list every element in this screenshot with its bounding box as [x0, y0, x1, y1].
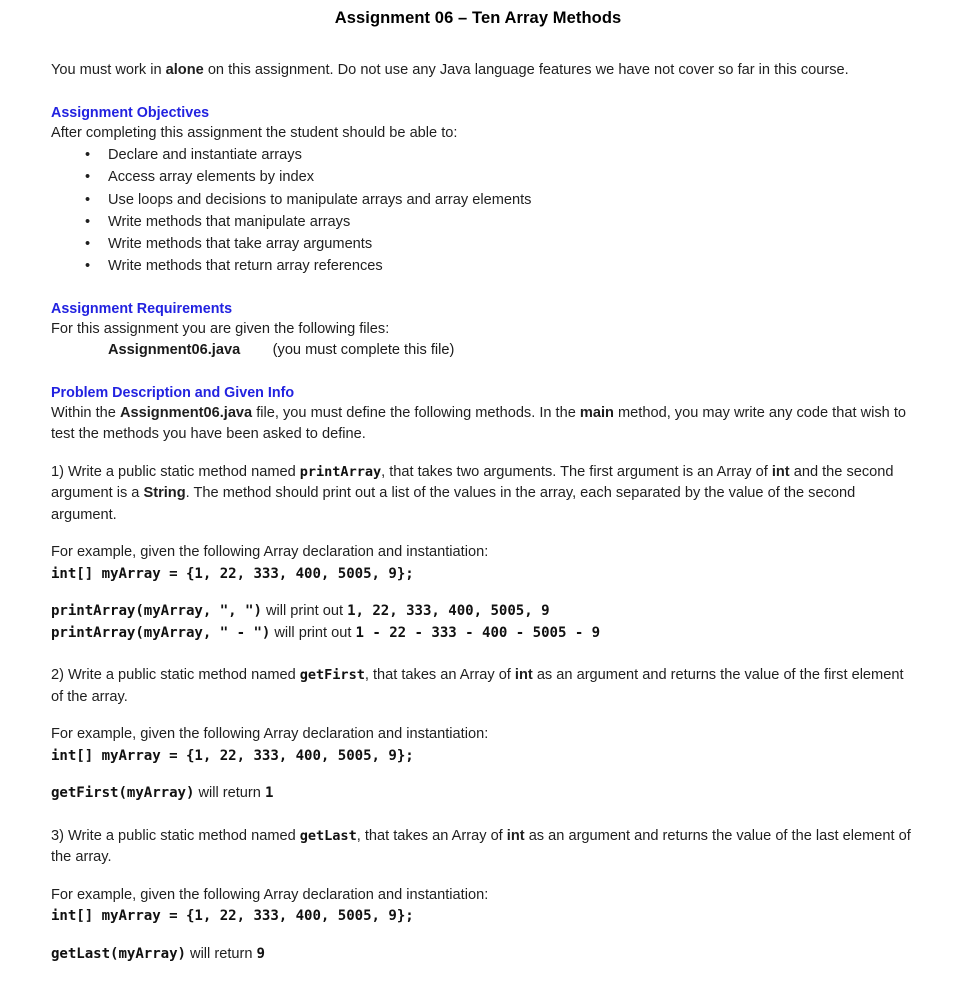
- list-item: • Declare and instantiate arrays: [51, 144, 911, 166]
- list-item: • Use loops and decisions to manipulate a…: [51, 189, 911, 211]
- problem-3-number: 3): [51, 827, 64, 844]
- problem-2-number: 2): [51, 667, 64, 684]
- section-heading-problem-description: Problem Description and Given Info: [51, 384, 295, 401]
- list-item: • Write methods that manipulate arrays: [51, 211, 911, 233]
- problem-1-text-a: Write a public static method named: [63, 463, 300, 480]
- pd-file-name: Assignment06.java: [119, 404, 253, 421]
- list-item-label: Write methods that manipulate arrays: [108, 213, 351, 230]
- section-heading-objectives: Assignment Objectives: [51, 104, 210, 121]
- problem-3-example-lead: For example, given the following Array d…: [51, 886, 489, 903]
- problem-3-connector-1: will return: [185, 945, 257, 962]
- objectives-list: • Declare and instantiate arrays • Access …: [51, 144, 911, 278]
- given-file-spacer: [240, 342, 272, 358]
- pd-text-2: file, you must define the following meth…: [252, 404, 580, 421]
- problem-1-declaration: int[] myArray = {1, 22, 333, 400, 5005, …: [51, 565, 414, 582]
- list-item-label: Write methods that return array referenc…: [108, 258, 383, 275]
- problem-3-text-a: Write a public static method named: [63, 827, 300, 844]
- problem-2-output-1: 1: [264, 785, 274, 802]
- problem-2-declaration: int[] myArray = {1, 22, 333, 400, 5005, …: [51, 747, 414, 764]
- problem-2-example-lead: For example, given the following Array d…: [51, 726, 489, 743]
- problem-2-statement: 2) Write a public static method named ge…: [51, 665, 911, 708]
- given-file-line: Assignment06.java (you must complete thi…: [51, 340, 911, 362]
- problem-description-intro: Within the Assignment06.java file, you m…: [51, 403, 911, 446]
- problem-1-call-2: printArray(myArray, " - "): [51, 624, 271, 641]
- problem-3-method-name: getLast: [299, 827, 357, 844]
- bullet-icon: •: [85, 213, 91, 230]
- problem-2-text-b: , that takes an Array of: [364, 667, 515, 684]
- objectives-lead: After completing this assignment the stu…: [51, 124, 458, 141]
- list-item: • Write methods that take array arguments: [51, 233, 911, 255]
- given-file-note: (you must complete this file): [272, 342, 455, 359]
- pd-main-keyword: main: [579, 404, 614, 421]
- bullet-icon: •: [85, 191, 91, 208]
- bullet-icon: •: [85, 169, 91, 186]
- problem-3-declaration: int[] myArray = {1, 22, 333, 400, 5005, …: [51, 908, 414, 925]
- problem-2-method-name: getFirst: [299, 667, 365, 684]
- list-item-label: Declare and instantiate arrays: [108, 147, 302, 163]
- problem-1-method-name: printArray: [299, 463, 382, 480]
- document-page: Assignment 06 – Ten Array Methods You mu…: [0, 0, 961, 1005]
- requirements-lead: For this assignment you are given the fo…: [51, 320, 390, 337]
- problem-2-result-1: getFirst(myArray) will return 1: [51, 783, 911, 805]
- page-title: Assignment 06 – Ten Array Methods: [334, 9, 622, 27]
- problem-1-type-int: int: [771, 463, 790, 480]
- problem-3-statement: 3) Write a public static method named ge…: [51, 826, 911, 869]
- problem-1-result-2: printArray(myArray, " - ") will print ou…: [51, 623, 911, 645]
- intro-text-before: You must work in: [51, 62, 166, 78]
- list-item: • Access array elements by index: [51, 166, 911, 188]
- problem-1-example-lead: For example, given the following Array d…: [51, 544, 489, 561]
- problem-3-output-1: 9: [256, 945, 265, 962]
- problem-3-type-int: int: [506, 827, 525, 844]
- problem-1-connector-1: will print out: [261, 603, 348, 620]
- list-item-label: Use loops and decisions to manipulate ar…: [108, 191, 532, 208]
- intro-text-after: on this assignment. Do not use any Java …: [203, 62, 849, 78]
- problem-2-type-int: int: [514, 667, 533, 684]
- problem-1-connector-2: will print out: [270, 624, 356, 641]
- problem-3-text-b: , that takes an Array of: [356, 827, 507, 844]
- problem-2-text-a: Write a public static method named: [63, 667, 300, 684]
- list-item-label: Write methods that take array arguments: [108, 236, 373, 253]
- problem-1-number: 1): [51, 463, 64, 480]
- bullet-icon: •: [85, 258, 91, 275]
- intro-paragraph: You must work in alone on this assignmen…: [51, 60, 911, 82]
- problem-3-call-1: getLast(myArray): [51, 945, 186, 962]
- given-file-name: Assignment06.java: [108, 342, 241, 359]
- problem-2-connector-1: will return: [194, 785, 265, 802]
- section-heading-requirements: Assignment Requirements: [51, 300, 233, 317]
- bullet-icon: •: [85, 236, 91, 253]
- intro-emphasis: alone: [165, 62, 204, 78]
- problem-1-call-1: printArray(myArray, ", "): [51, 603, 262, 620]
- pd-text-1: Within the: [51, 404, 120, 421]
- problem-1-output-1: 1, 22, 333, 400, 5005, 9: [347, 603, 550, 620]
- problem-2-call-1: getFirst(myArray): [51, 785, 195, 802]
- list-item: • Write methods that return array referen…: [51, 255, 911, 277]
- problem-1-type-string: String: [143, 485, 186, 502]
- problem-1-text-b: , that takes two arguments. The first ar…: [381, 463, 772, 480]
- problem-1-statement: 1) Write a public static method named pr…: [51, 462, 911, 527]
- problem-1-output-2: 1 - 22 - 333 - 400 - 5005 - 9: [355, 624, 601, 641]
- problem-1-result-1: printArray(myArray, ", ") will print out…: [51, 601, 911, 623]
- problem-3-result-1: getLast(myArray) will return 9: [51, 944, 911, 966]
- list-item-label: Access array elements by index: [108, 169, 315, 186]
- bullet-icon: •: [85, 147, 91, 163]
